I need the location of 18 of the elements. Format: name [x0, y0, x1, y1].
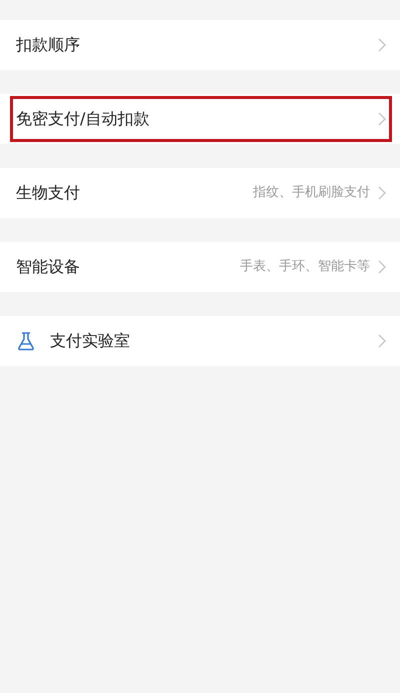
chevron-right-icon [378, 112, 386, 126]
menu-label: 生物支付 [16, 182, 81, 204]
chevron-right-icon [378, 260, 386, 274]
flask-icon [16, 331, 36, 351]
menu-label: 扣款顺序 [16, 34, 81, 56]
menu-row[interactable]: 智能设备 手表、手环、智能卡等 [0, 242, 400, 292]
menu-label: 智能设备 [16, 256, 81, 278]
menu-row[interactable]: 免密支付/自动扣款 [0, 94, 400, 144]
menu-row[interactable]: 支付实验室 [0, 316, 400, 366]
chevron-right-icon [378, 186, 386, 200]
menu-row[interactable]: 扣款顺序 [0, 20, 400, 70]
menu-detail: 手表、手环、智能卡等 [240, 258, 370, 276]
chevron-right-icon [378, 38, 386, 52]
menu-detail: 指纹、手机刷脸支付 [253, 184, 370, 202]
menu-row[interactable]: 生物支付 指纹、手机刷脸支付 [0, 168, 400, 218]
chevron-right-icon [378, 334, 386, 348]
menu-label: 支付实验室 [50, 330, 131, 352]
menu-label: 免密支付/自动扣款 [16, 108, 150, 130]
